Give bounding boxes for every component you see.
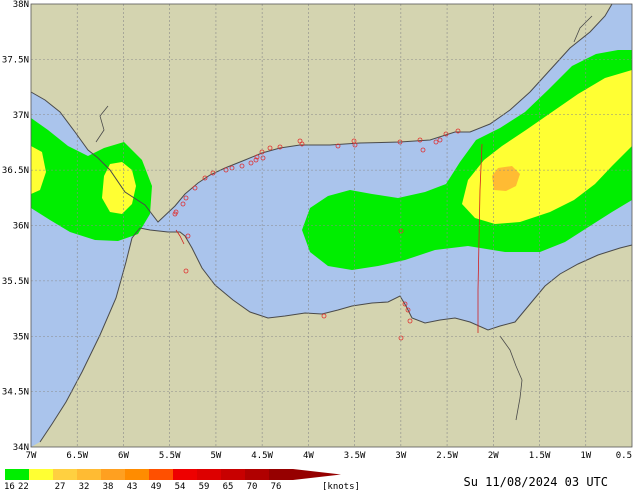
legend-arrow [293,469,341,480]
lon-tick-label: 6W [118,451,129,461]
legend-swatch [221,469,245,480]
wind-map: 38N37.5N37N36.5N36N35.5N35N34.5N34N 7W 6.… [2,0,633,490]
legend-swatch [29,469,53,480]
legend-label: 65 [223,482,234,490]
lon-tick-label: 0.5 [616,451,632,461]
legend-swatch [149,469,173,480]
legend-swatch [53,469,77,480]
lon-tick-label: 3W [395,451,406,461]
legend-label: 16 [4,482,15,490]
legend-swatch [173,469,197,480]
lon-tick-label: 2.5W [436,451,458,461]
lon-tick-label: 6.5W [66,451,88,461]
legend-label: 32 [79,482,90,490]
lat-tick-labels: 38N37.5N37N36.5N36N35.5N35N34.5N34N [2,0,29,453]
legend-swatch [197,469,221,480]
legend-swatch [245,469,269,480]
legend-label: 70 [247,482,258,490]
lon-tick-label: 3.5W [344,451,366,461]
lon-tick-label: 4W [303,451,314,461]
legend-label: 49 [151,482,162,490]
lon-tick-label: 1.5W [529,451,551,461]
legend-label: 76 [271,482,282,490]
lon-tick-label: 7W [26,451,37,461]
legend-swatch [5,469,29,480]
lon-tick-label: 5.5W [159,451,181,461]
lat-tick-label: 36.5N [2,166,29,176]
lat-tick-label: 37.5N [2,55,29,65]
legend-swatch [125,469,149,480]
wind-legend: 16 22 27 32 38 43 49 54 59 65 70 76 [knots] [4,469,360,490]
lon-tick-label: 1W [580,451,591,461]
legend-label: 54 [175,482,186,490]
legend-label: 27 [55,482,66,490]
lat-tick-label: 36N [13,222,29,232]
lat-tick-label: 38N [13,0,29,10]
lon-tick-label: 4.5W [251,451,273,461]
lat-tick-label: 35N [13,332,29,342]
legend-swatch [77,469,101,480]
timestamp: Su 11/08/2024 03 UTC [463,475,609,489]
lon-tick-label: 5W [211,451,222,461]
lon-tick-label: 2W [488,451,499,461]
lat-tick-label: 37N [13,111,29,121]
legend-label: 59 [199,482,210,490]
lat-tick-label: 35.5N [2,277,29,287]
legend-swatch [101,469,125,480]
legend-swatch [269,469,293,480]
legend-label: 38 [103,482,114,490]
legend-label: 43 [127,482,138,490]
legend-label: 22 [18,482,29,490]
lat-tick-label: 34.5N [2,388,29,398]
lon-tick-labels: 7W 6.5W 6W 5.5W 5W 4.5W 4W 3.5W 3W 2.5W 2W 1.5W 1W 0.… [26,451,632,461]
legend-unit: [knots] [322,482,360,490]
